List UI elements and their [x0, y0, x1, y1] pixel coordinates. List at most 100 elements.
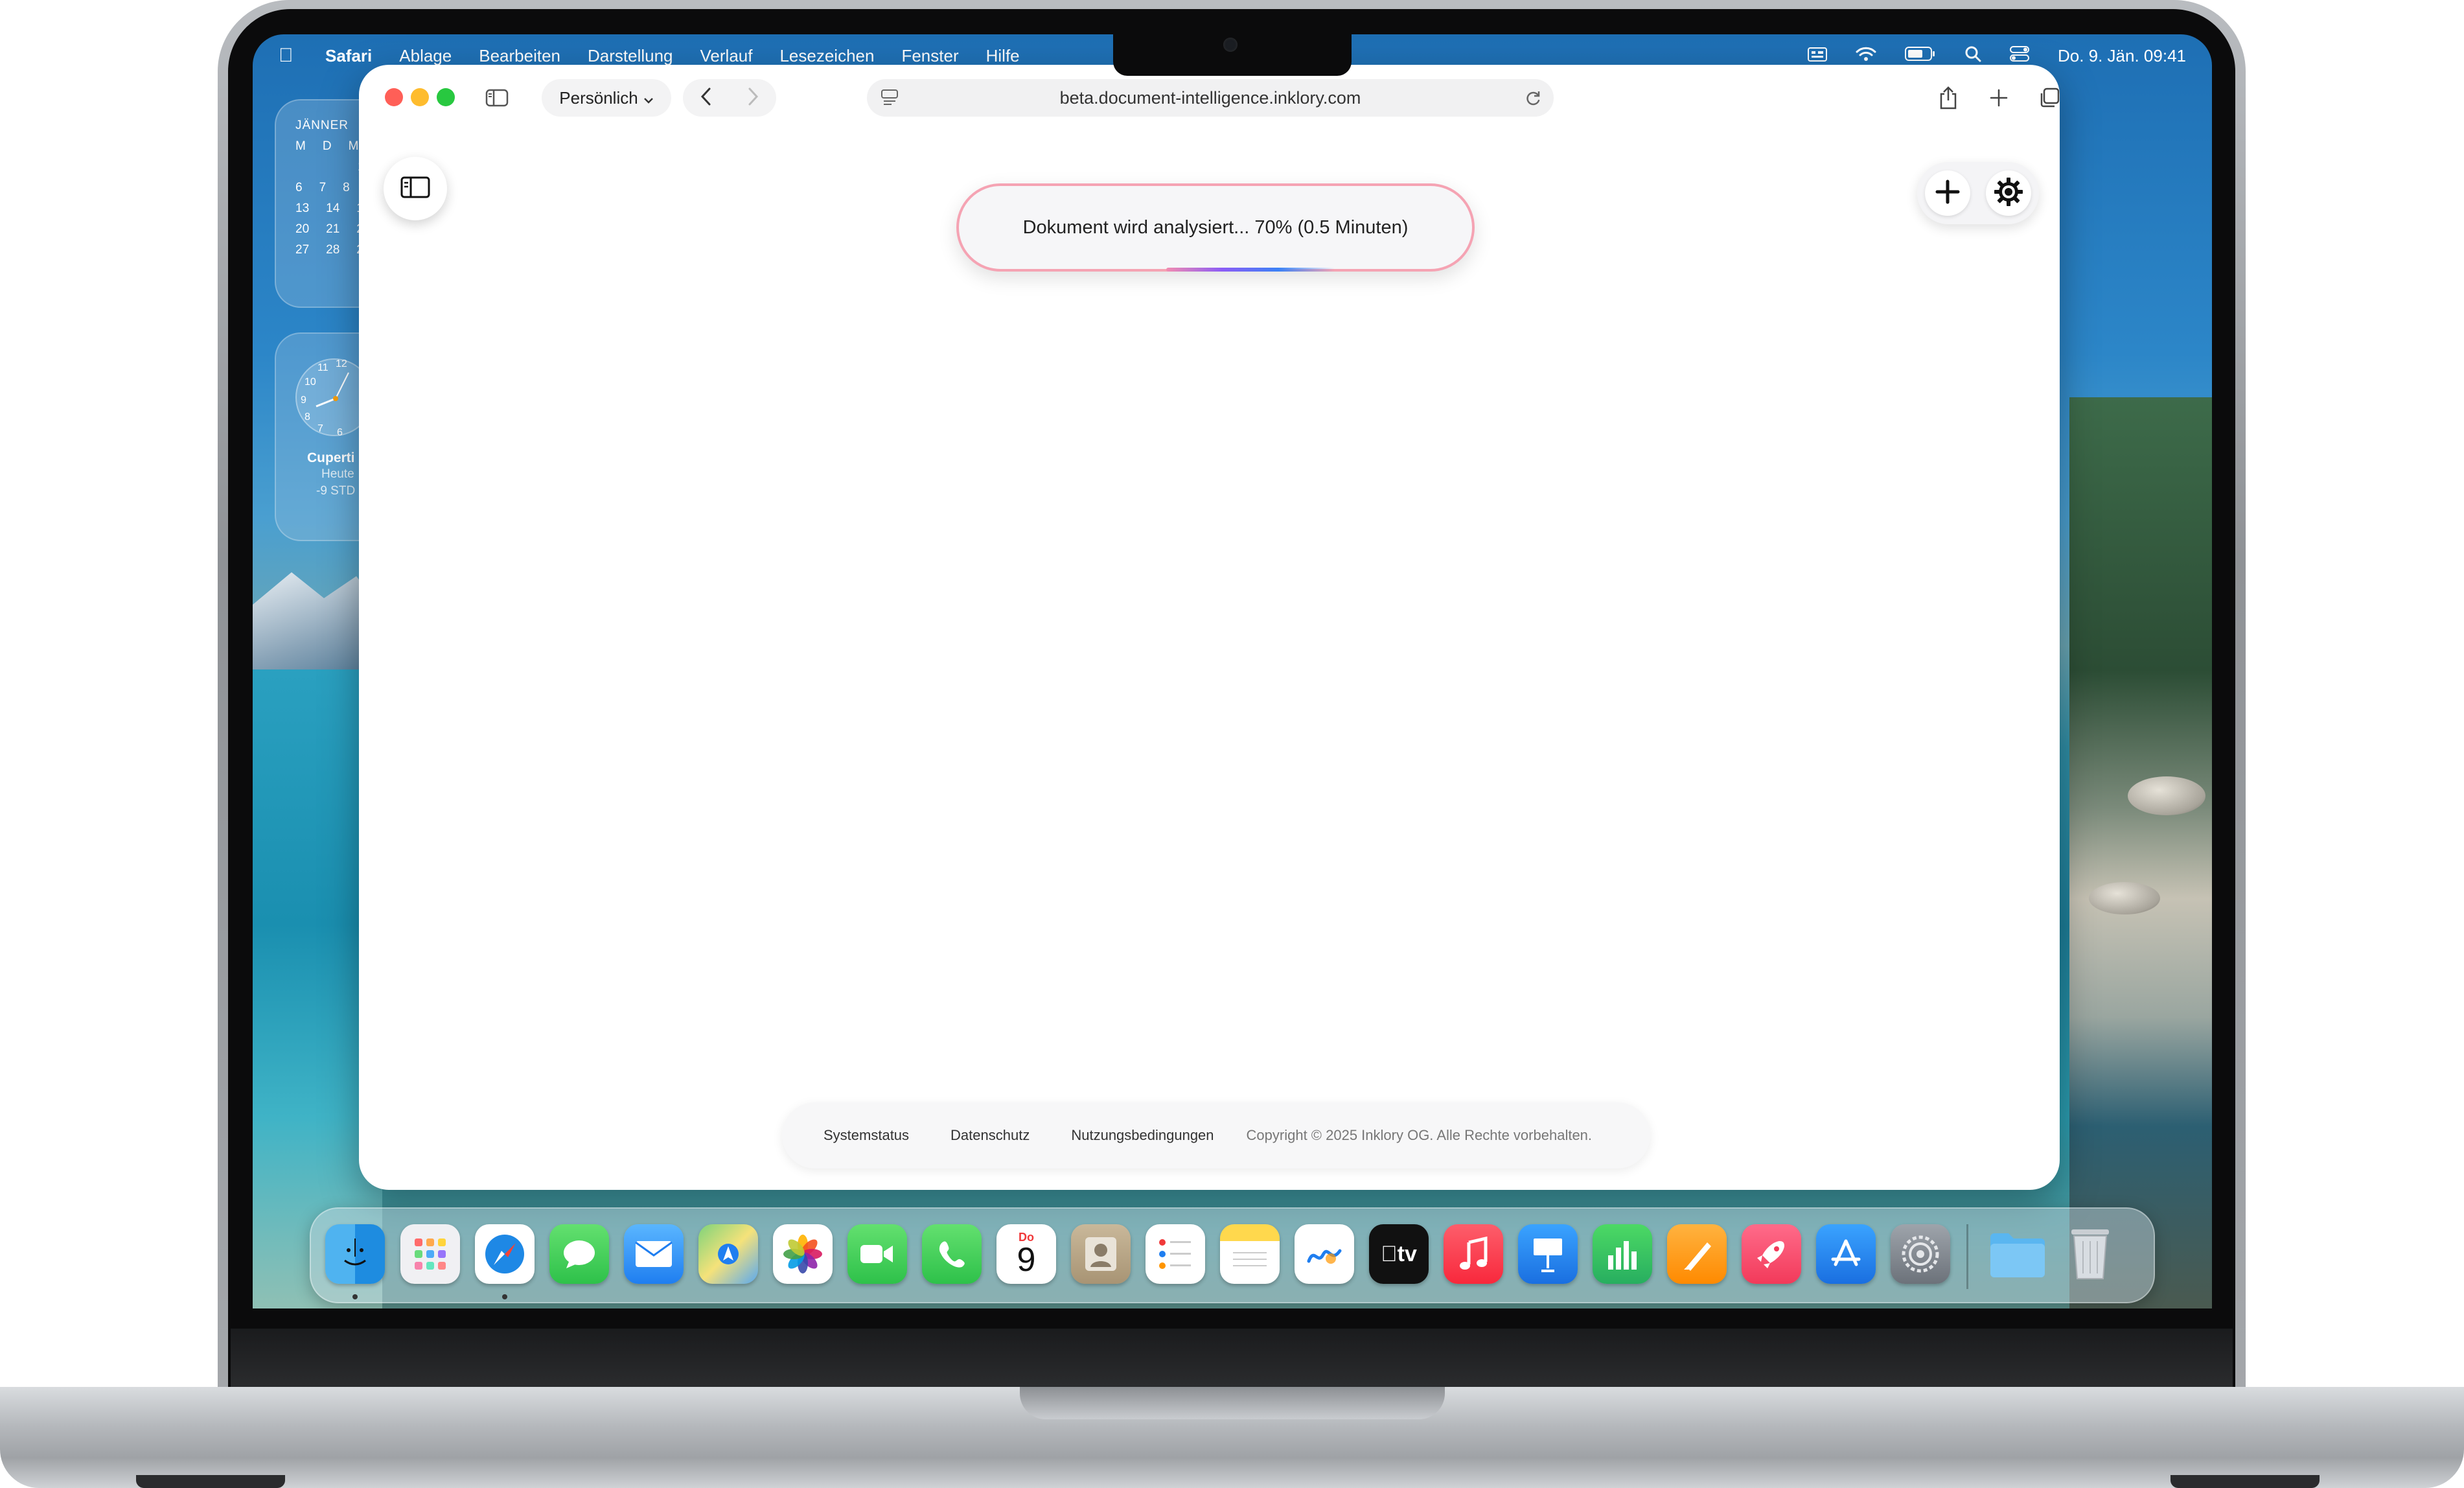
clock-offset: -9 STD	[316, 484, 356, 498]
numbers-icon[interactable]	[1593, 1224, 1652, 1284]
calendar-dock-icon[interactable]: Do 9	[996, 1224, 1056, 1284]
safari-running-indicator	[502, 1294, 507, 1299]
weekday-label: M	[295, 139, 306, 153]
notes-icon[interactable]	[1220, 1224, 1280, 1284]
safari-dock-icon[interactable]	[475, 1224, 535, 1284]
music-icon[interactable]	[1444, 1224, 1503, 1284]
footer-link-systemstatus[interactable]: Systemstatus	[823, 1127, 909, 1144]
reload-icon[interactable]	[1524, 89, 1542, 111]
gear-icon	[1993, 176, 2024, 211]
wallpaper-rock	[2128, 776, 2205, 815]
reminders-icon[interactable]	[1146, 1224, 1205, 1284]
apple-menu-icon[interactable]: 	[279, 45, 302, 67]
dock: Do 9 tv	[310, 1207, 2155, 1303]
lid-opening-notch	[1020, 1387, 1445, 1419]
menu-app-name[interactable]: Safari	[325, 46, 372, 66]
wallpaper-trees	[2069, 397, 2212, 1308]
menu-hilfe[interactable]: Hilfe	[986, 46, 1020, 66]
freeform-icon[interactable]	[1295, 1224, 1354, 1284]
settings-button[interactable]	[1986, 170, 2031, 216]
add-document-button[interactable]	[1925, 170, 1970, 216]
page-menu-icon[interactable]	[880, 88, 899, 111]
menu-darstellung[interactable]: Darstellung	[588, 46, 673, 66]
calendar-day: 21	[326, 222, 340, 236]
maps-icon[interactable]	[698, 1224, 758, 1284]
wifi-icon[interactable]	[1856, 46, 1876, 66]
calendar-day: 20	[295, 222, 310, 236]
pages-icon[interactable]	[1667, 1224, 1727, 1284]
share-icon[interactable]	[1929, 79, 1967, 117]
spotlight-icon[interactable]	[1964, 45, 1981, 67]
menu-ablage[interactable]: Ablage	[399, 46, 452, 66]
app-store-icon[interactable]	[1816, 1224, 1876, 1284]
tab-overview-icon[interactable]	[2031, 79, 2060, 117]
new-tab-icon[interactable]	[1980, 79, 2018, 117]
launchpad-icon[interactable]	[400, 1224, 460, 1284]
plus-icon	[1935, 179, 1961, 208]
messages-icon[interactable]	[549, 1224, 609, 1284]
weekday-label: M	[348, 139, 359, 153]
footer-copyright: Copyright © 2025 Inklory OG. Alle Rechte…	[1246, 1127, 1593, 1143]
nav-buttons	[683, 79, 776, 117]
menu-fenster[interactable]: Fenster	[901, 46, 958, 66]
menu-bearbeiten[interactable]: Bearbeiten	[479, 46, 560, 66]
phone-icon[interactable]	[922, 1224, 982, 1284]
url-text: beta.document-intelligence.inklory.com	[1059, 87, 1361, 108]
calendar-dock-date: 9	[1017, 1240, 1036, 1279]
desktop:  Safari Ablage Bearbeiten Darstellung V…	[253, 34, 2212, 1308]
system-settings-icon[interactable]	[1891, 1224, 1950, 1284]
control-center-icon[interactable]	[2009, 45, 2029, 67]
photos-icon[interactable]	[773, 1224, 833, 1284]
minimize-window-button[interactable]	[411, 88, 429, 106]
progress-glow	[1166, 268, 1335, 272]
calendar-day: 8	[343, 181, 350, 194]
screen-chin	[231, 1329, 2233, 1388]
finder-icon[interactable]	[325, 1224, 385, 1284]
safari-window: Persönlich beta.document-intelligence.in…	[359, 65, 2060, 1190]
page-toolbar	[1917, 162, 2039, 224]
forward-arrow-icon[interactable]	[746, 87, 759, 110]
keyboard-icon[interactable]	[1807, 46, 1827, 66]
camera-icon	[1223, 38, 1238, 52]
laptop-foot	[2170, 1475, 2320, 1488]
profile-name: Persönlich	[559, 87, 638, 108]
chevron-down-icon	[643, 88, 654, 108]
address-bar[interactable]: beta.document-intelligence.inklory.com	[867, 79, 1554, 117]
rocket-app-icon[interactable]	[1742, 1224, 1801, 1284]
footer-link-nutzungsbedingungen[interactable]: Nutzungsbedingungen	[1071, 1127, 1214, 1144]
tv-label: tv	[1388, 1241, 1417, 1266]
sidebar-panel-icon	[400, 176, 430, 202]
mail-icon[interactable]	[624, 1224, 684, 1284]
dock-separator	[1966, 1224, 1968, 1289]
zoom-window-button[interactable]	[437, 88, 455, 106]
facetime-icon[interactable]	[847, 1224, 907, 1284]
page-sidebar-button[interactable]	[384, 157, 447, 220]
analysis-status-text: Dokument wird analysiert... 70% (0.5 Min…	[1022, 216, 1409, 238]
menu-lesezeichen[interactable]: Lesezeichen	[779, 46, 874, 66]
battery-icon[interactable]	[1904, 46, 1936, 66]
calendar-day: 27	[295, 243, 310, 257]
clock-day: Heute	[321, 467, 354, 481]
footer-link-datenschutz[interactable]: Datenschutz	[950, 1127, 1030, 1144]
calendar-day: 13	[295, 202, 310, 215]
calendar-day: 28	[326, 243, 340, 257]
profile-menu[interactable]: Persönlich	[542, 79, 671, 117]
close-window-button[interactable]	[385, 88, 403, 106]
downloads-folder-icon[interactable]	[1988, 1224, 2047, 1284]
back-arrow-icon[interactable]	[700, 87, 713, 110]
laptop-foot	[136, 1475, 285, 1488]
trash-icon[interactable]	[2060, 1224, 2120, 1284]
keynote-icon[interactable]	[1518, 1224, 1578, 1284]
analysis-status-pill: Dokument wird analysiert... 70% (0.5 Min…	[956, 183, 1475, 272]
tv-icon[interactable]: tv	[1369, 1224, 1429, 1284]
apple-logo-icon: 	[1381, 1242, 1398, 1267]
sidebar-toggle-icon[interactable]	[478, 79, 516, 117]
finder-running-indicator	[352, 1294, 358, 1299]
weekday-label: D	[322, 139, 332, 153]
datetime[interactable]: Do. 9. Jän. 09:41	[2058, 46, 2186, 66]
contacts-icon[interactable]	[1071, 1224, 1131, 1284]
calendar-day: 6	[295, 181, 303, 194]
macbook-scene:  Safari Ablage Bearbeiten Darstellung V…	[0, 0, 2464, 1488]
menu-verlauf[interactable]: Verlauf	[700, 46, 753, 66]
wallpaper-rock	[2089, 882, 2160, 914]
